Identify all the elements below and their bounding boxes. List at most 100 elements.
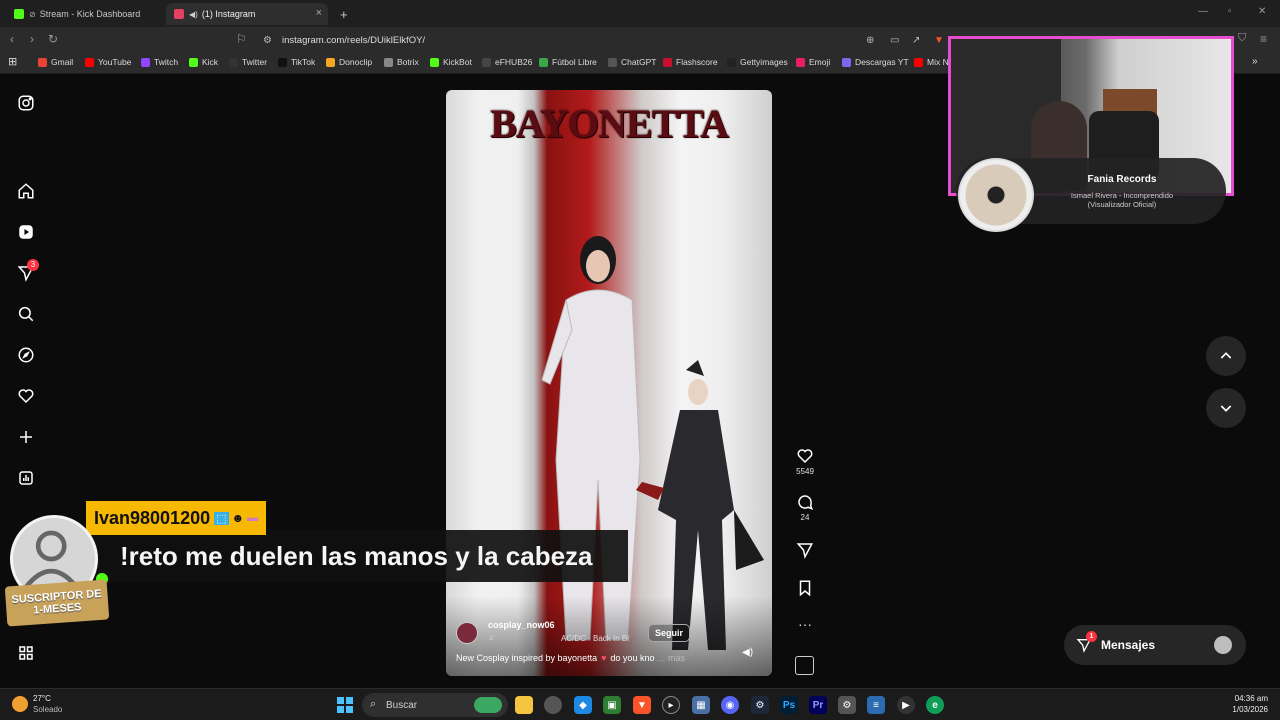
messages-button[interactable]: 1 Mensajes	[1064, 625, 1246, 665]
audio-note-icon: ♫	[488, 633, 494, 642]
minimize-icon[interactable]: —	[1198, 6, 1208, 17]
brave-shield-icon[interactable]: ▼	[934, 35, 944, 46]
explore-icon[interactable]	[16, 345, 36, 365]
bookmark-item[interactable]: ChatGPT	[608, 57, 656, 67]
caption-more-link[interactable]: … más	[656, 653, 685, 663]
bookmark-icon[interactable]: ⚐	[236, 32, 247, 46]
bookmark-item[interactable]: Botrix	[384, 57, 419, 67]
obs-icon[interactable]	[544, 696, 562, 714]
app-icon-diamond[interactable]: ◆	[574, 696, 592, 714]
create-icon[interactable]	[16, 427, 36, 447]
close-window-icon[interactable]: ✕	[1258, 6, 1266, 17]
brave-browser-icon[interactable]: ▼	[633, 696, 651, 714]
tab-instagram[interactable]: ◀) (1) Instagram ×	[166, 3, 328, 25]
tab-kick-dashboard[interactable]: ⊘ Stream - Kick Dashboard	[6, 3, 166, 25]
bookmark-favicon-icon	[482, 57, 491, 67]
windows-start-icon[interactable]	[336, 696, 354, 714]
bookmark-item[interactable]: Donoclip	[326, 57, 372, 67]
bookmark-item[interactable]: KickBot	[430, 57, 472, 67]
comment-action[interactable]: 24	[792, 493, 818, 522]
volume-icon[interactable]: ◀)	[742, 647, 753, 658]
bookmark-label: Flashscore	[676, 57, 718, 67]
file-explorer-icon[interactable]	[515, 696, 533, 714]
reel-video[interactable]: BAYONETTA cosplay_now06 ♫ AC/DC · Back I…	[446, 90, 772, 676]
media-player-icon[interactable]: ▸	[662, 696, 680, 714]
premiere-pro-icon[interactable]: Pr	[809, 696, 827, 714]
audio-playing-icon: ◀)	[189, 9, 198, 19]
like-heart-icon[interactable]	[796, 447, 814, 465]
bookmark-item[interactable]: Descargas YT	[842, 57, 909, 67]
bookmark-favicon-icon	[141, 57, 150, 67]
maximize-icon[interactable]: ▫	[1228, 6, 1232, 17]
instagram-logo-icon[interactable]	[16, 93, 36, 113]
new-tab-button[interactable]: +	[332, 3, 352, 25]
notepad-icon[interactable]: ≡	[867, 696, 885, 714]
site-info-icon[interactable]: ⚙	[263, 35, 272, 46]
edge-browser-icon[interactable]: e	[926, 696, 944, 714]
weather-sun-icon[interactable]	[12, 696, 28, 712]
close-tab-icon[interactable]: ×	[316, 7, 322, 19]
clock-date[interactable]: 1/03/2026	[1200, 705, 1268, 714]
audio-thumbnail[interactable]	[795, 656, 814, 675]
bookmark-item[interactable]: Gettyimages	[727, 57, 788, 67]
audio-track[interactable]: AC/DC · Back In Bl	[561, 634, 629, 643]
bookmark-item[interactable]: Fútbol Libre	[539, 57, 597, 67]
like-action[interactable]: 5549	[792, 447, 818, 476]
zoom-icon[interactable]: ⊕	[866, 35, 874, 46]
home-icon[interactable]	[16, 181, 36, 201]
app-icon-green[interactable]: ▣	[603, 696, 621, 714]
search-icon: ⌕	[370, 698, 377, 710]
bookmark-item[interactable]: YouTube	[85, 57, 131, 67]
more-bookmarks-icon[interactable]: »	[1252, 56, 1258, 67]
bookmark-item[interactable]: Mix N	[914, 57, 949, 67]
vpn-shield-icon[interactable]: ⛉	[1238, 32, 1246, 45]
weather-temperature[interactable]: 27°C	[33, 694, 51, 703]
share-send-icon[interactable]	[796, 541, 814, 559]
comment-count: 24	[800, 513, 810, 522]
emote-icon: ☻	[231, 511, 245, 525]
reload-icon[interactable]: ↻	[48, 32, 58, 46]
play-app-icon[interactable]: ▶	[897, 696, 915, 714]
save-action[interactable]	[792, 579, 818, 597]
notifications-heart-icon[interactable]	[16, 386, 36, 406]
bookmark-item[interactable]: Gmail	[38, 57, 73, 67]
bookmark-item[interactable]: Kick	[189, 57, 218, 67]
clock-time[interactable]: 04:36 am	[1200, 694, 1268, 703]
save-bookmark-icon[interactable]	[796, 579, 814, 597]
previous-reel-button[interactable]	[1206, 336, 1246, 376]
share-action[interactable]	[792, 541, 818, 559]
next-reel-button[interactable]	[1206, 388, 1246, 428]
back-icon[interactable]: ‹	[10, 32, 14, 46]
address-bar[interactable]: ⚙ instagram.com/reels/DUiklElkfOY/ ⊕ ▭ ↗…	[254, 30, 944, 50]
weather-description[interactable]: Soleado	[33, 705, 62, 714]
bookmark-item[interactable]: Twitch	[141, 57, 178, 67]
search-icon[interactable]	[16, 304, 36, 324]
apps-grid-icon[interactable]: ⊞	[8, 55, 17, 68]
photoshop-icon[interactable]: Ps	[780, 696, 798, 714]
comment-icon[interactable]	[796, 493, 814, 511]
settings-gear-icon[interactable]: ⚙	[838, 696, 856, 714]
more-options-grid-icon[interactable]	[16, 643, 36, 663]
calculator-icon[interactable]: ▦	[692, 696, 710, 714]
discord-icon[interactable]: ◉	[721, 696, 739, 714]
bookmark-item[interactable]: TikTok	[278, 57, 315, 67]
cast-icon[interactable]: ▭	[890, 35, 899, 46]
reels-icon[interactable]	[16, 222, 36, 242]
author-avatar[interactable]	[456, 622, 478, 644]
messages-badge: 1	[1086, 631, 1097, 642]
direct-messages-icon[interactable]: 3	[16, 259, 39, 283]
taskbar-search[interactable]: ⌕ Buscar	[362, 693, 508, 717]
bookmark-item[interactable]: eFHUB26	[482, 57, 532, 67]
bookmark-item[interactable]: Emoji	[796, 57, 830, 67]
bookmark-item[interactable]: Flashscore	[663, 57, 718, 67]
forward-icon[interactable]: ›	[30, 32, 34, 46]
menu-icon[interactable]: ≡	[1260, 32, 1267, 46]
more-options-icon[interactable]: ···	[792, 616, 818, 632]
follow-button[interactable]: Seguir	[648, 624, 691, 642]
steam-icon[interactable]: ⚙	[751, 696, 769, 714]
author-username[interactable]: cosplay_now06	[488, 620, 555, 630]
bookmark-item[interactable]: Twitter	[229, 57, 267, 67]
dashboard-icon[interactable]	[16, 468, 36, 488]
url-text: instagram.com/reels/DUiklElkfOY/	[282, 34, 426, 46]
share-icon[interactable]: ↗	[912, 35, 920, 46]
